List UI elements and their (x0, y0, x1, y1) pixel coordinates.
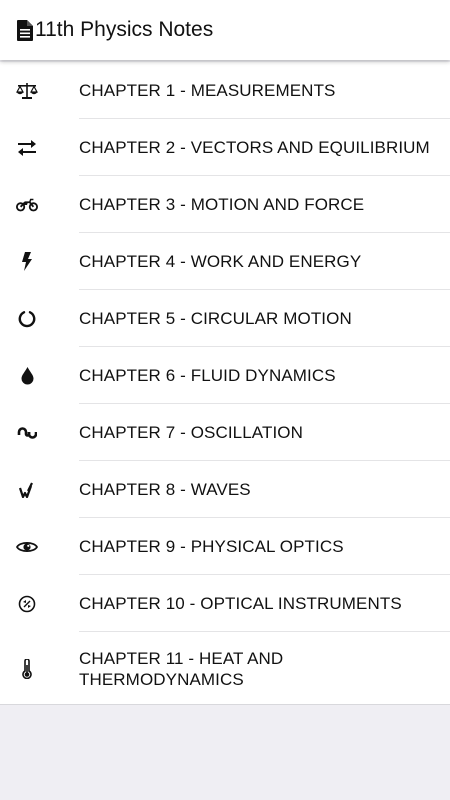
chapter-label: CHAPTER 9 - PHYSICAL OPTICS (79, 537, 344, 556)
lightning-bolt-icon (16, 251, 38, 273)
chapter-label: CHAPTER 10 - OPTICAL INSTRUMENTS (79, 594, 402, 613)
exchange-arrows-icon (16, 137, 38, 159)
water-drop-icon (16, 365, 38, 387)
chapter-label: CHAPTER 4 - WORK AND ENERGY (79, 252, 362, 271)
eye-icon (16, 536, 38, 558)
document-icon (17, 19, 33, 41)
list-item-chapter-10[interactable]: CHAPTER 10 - OPTICAL INSTRUMENTS (0, 575, 450, 632)
list-item-chapter-3[interactable]: CHAPTER 3 - MOTION AND FORCE (0, 176, 450, 233)
chapter-label: CHAPTER 1 - MEASUREMENTS (79, 81, 336, 100)
circle-notch-icon (16, 308, 38, 330)
chapter-label: CHAPTER 3 - MOTION AND FORCE (79, 195, 365, 214)
list-item-chapter-6[interactable]: CHAPTER 6 - FLUID DYNAMICS (0, 347, 450, 404)
waves-icon (16, 479, 38, 501)
list-item-chapter-2[interactable]: CHAPTER 2 - VECTORS AND EQUILIBRIUM (0, 119, 450, 176)
balance-scale-icon (16, 80, 38, 102)
camera-lens-icon (16, 593, 38, 615)
thermometer-icon (16, 658, 38, 680)
list-item-chapter-5[interactable]: CHAPTER 5 - CIRCULAR MOTION (0, 290, 450, 347)
chapter-list: CHAPTER 1 - MEASUREMENTS CHAPTER 2 - VEC… (0, 62, 450, 705)
page-title: 11th Physics Notes (35, 18, 214, 41)
chapter-label: CHAPTER 7 - OSCILLATION (79, 423, 303, 442)
list-item-chapter-8[interactable]: CHAPTER 8 - WAVES (0, 461, 450, 518)
stumbleupon-icon (16, 422, 38, 444)
list-item-chapter-7[interactable]: CHAPTER 7 - OSCILLATION (0, 404, 450, 461)
chapter-label: CHAPTER 5 - CIRCULAR MOTION (79, 309, 352, 328)
chapter-label: CHAPTER 8 - WAVES (79, 480, 251, 499)
list-item-chapter-9[interactable]: CHAPTER 9 - PHYSICAL OPTICS (0, 518, 450, 575)
chapter-label: CHAPTER 11 - HEAT AND THERMODYNAMICS (79, 648, 284, 689)
chapter-label: CHAPTER 6 - FLUID DYNAMICS (79, 366, 336, 385)
list-item-chapter-1[interactable]: CHAPTER 1 - MEASUREMENTS (0, 62, 450, 119)
app-bar: 11th Physics Notes (0, 0, 450, 60)
list-item-chapter-11[interactable]: CHAPTER 11 - HEAT AND THERMODYNAMICS (0, 632, 450, 705)
chapter-label: CHAPTER 2 - VECTORS AND EQUILIBRIUM (79, 138, 430, 157)
motorcycle-icon (16, 194, 38, 216)
list-item-chapter-4[interactable]: CHAPTER 4 - WORK AND ENERGY (0, 233, 450, 290)
